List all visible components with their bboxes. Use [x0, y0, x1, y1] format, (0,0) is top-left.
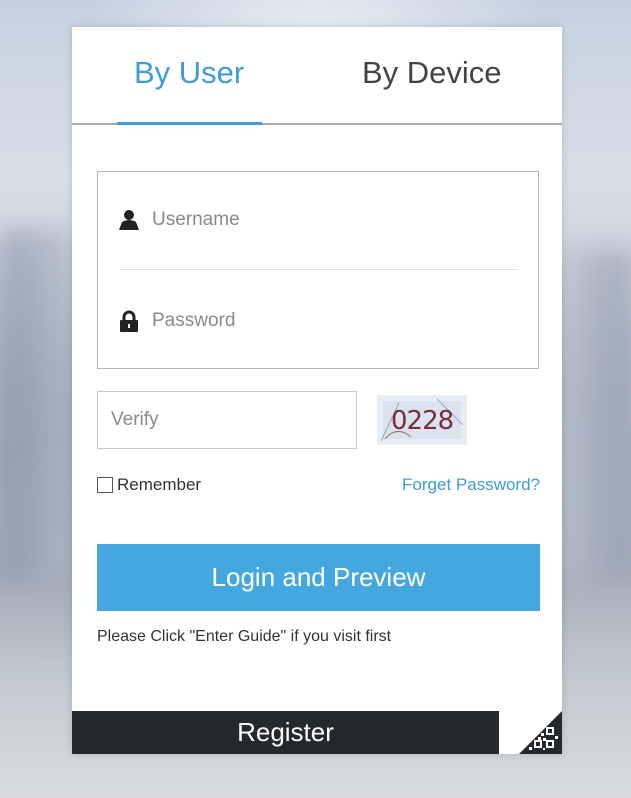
- remember-label: Remember: [117, 475, 202, 494]
- forgot-password-link[interactable]: Forget Password?: [402, 475, 540, 495]
- tab-by-user[interactable]: By User: [134, 55, 244, 91]
- field-divider: [120, 269, 518, 270]
- password-placeholder: Password: [152, 310, 236, 331]
- background-blur-left: [0, 230, 75, 580]
- tab-by-device[interactable]: By Device: [362, 55, 502, 91]
- active-tab-indicator: [117, 122, 262, 125]
- captcha-text: 0228: [391, 406, 453, 436]
- captcha-image[interactable]: 0228: [377, 395, 467, 445]
- tab-bar: By User By Device: [72, 27, 562, 125]
- credentials-box: Username Password: [97, 171, 539, 369]
- remember-checkbox[interactable]: [97, 477, 113, 493]
- password-field[interactable]: Password: [118, 298, 518, 344]
- remember-option[interactable]: Remember: [97, 475, 201, 495]
- verify-placeholder: Verify: [111, 409, 159, 430]
- login-and-preview-button[interactable]: Login and Preview: [97, 544, 540, 611]
- first-visit-hint: Please Click "Enter Guide" if you visit …: [97, 628, 392, 645]
- username-placeholder: Username: [152, 209, 240, 230]
- verify-input[interactable]: Verify: [97, 391, 357, 449]
- lock-icon: [118, 310, 140, 332]
- username-field[interactable]: Username: [118, 197, 518, 243]
- register-button[interactable]: Register: [72, 711, 499, 754]
- qr-code-icon[interactable]: [499, 711, 562, 754]
- user-icon: [118, 209, 140, 231]
- login-panel: By User By Device Username Password Veri…: [72, 27, 562, 754]
- background-blur-right: [559, 250, 631, 580]
